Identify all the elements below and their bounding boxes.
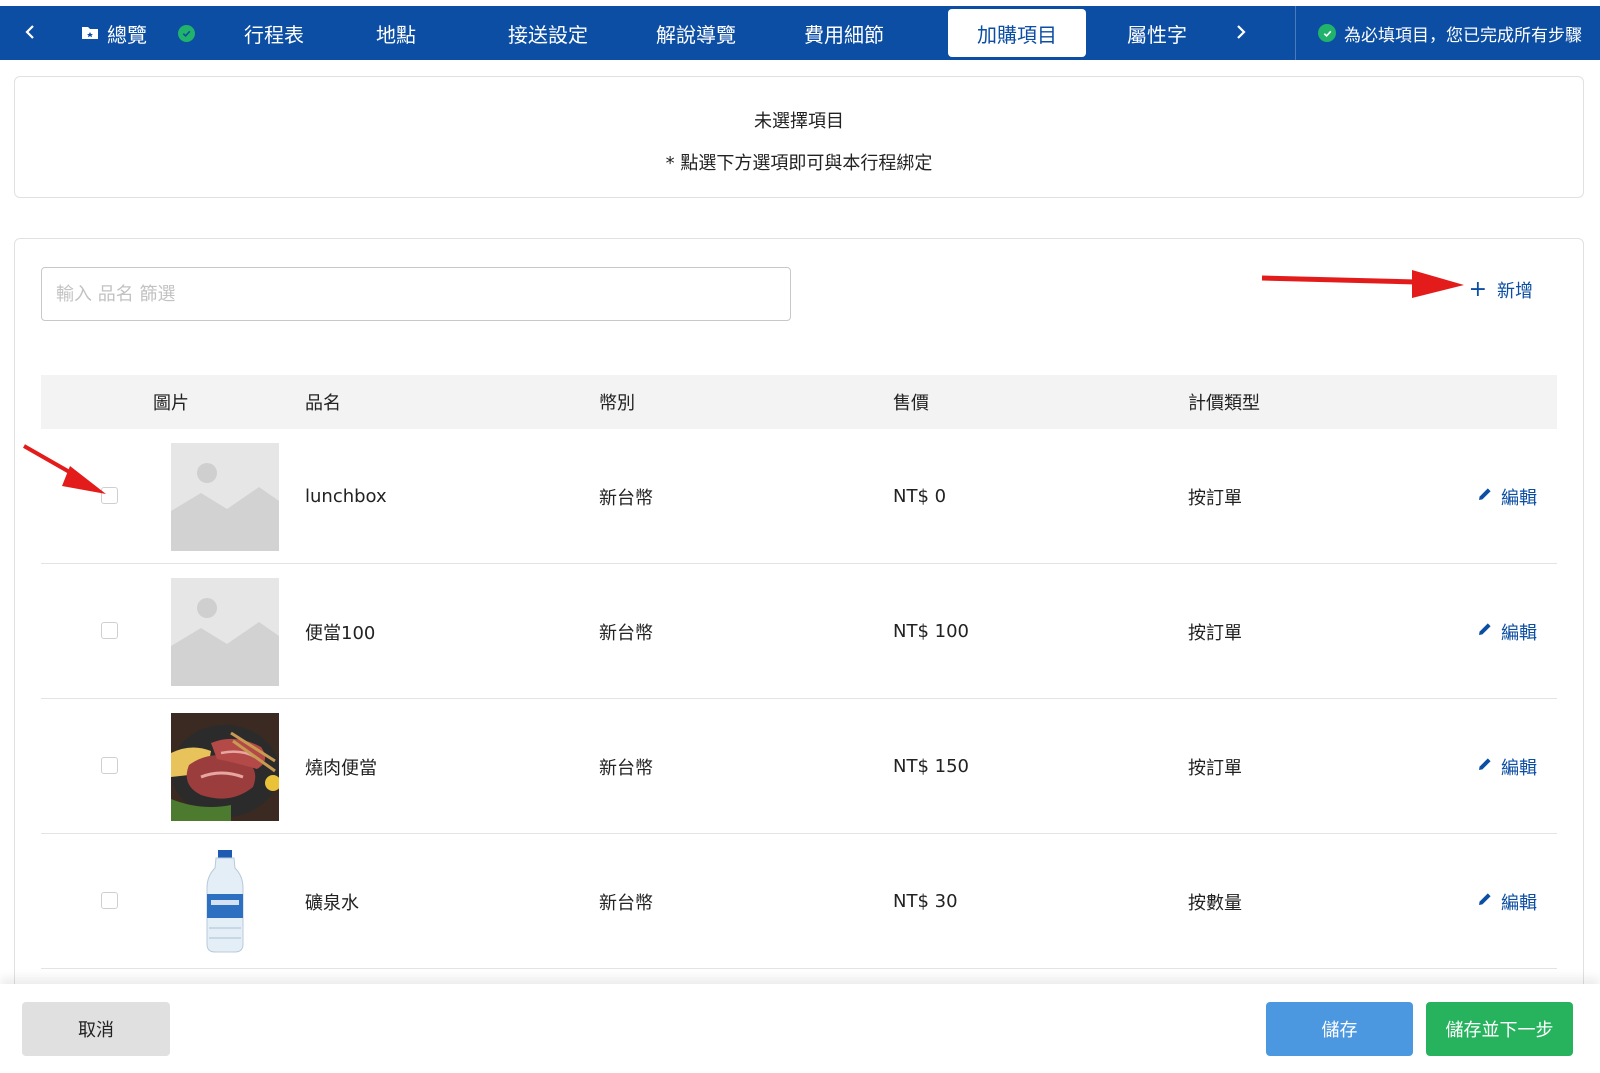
item-name: 礦泉水 — [305, 892, 359, 914]
edit-button[interactable]: 編輯 — [1477, 564, 1537, 699]
add-item-label: 新增 — [1497, 281, 1533, 302]
search-input[interactable] — [41, 267, 791, 321]
tab-overview[interactable]: 總覽 — [60, 6, 168, 60]
add-on-items-card: + 新增 圖片 品名 幣別 售價 計價類型 lunchbox 新台幣 NT$ 0… — [14, 238, 1584, 998]
item-currency: 新台幣 — [599, 892, 653, 914]
save-button[interactable]: 儲存 — [1266, 1002, 1413, 1056]
row-checkbox[interactable] — [101, 622, 118, 639]
edit-label: 編輯 — [1501, 622, 1537, 644]
check-circle-icon — [1318, 24, 1336, 42]
overview-complete-indicator — [168, 24, 204, 42]
column-header-name: 品名 — [305, 393, 341, 414]
tab-add-on-items[interactable]: 加購項目 — [948, 9, 1086, 57]
row-checkbox[interactable] — [101, 892, 118, 909]
check-circle-icon — [177, 24, 195, 42]
item-currency: 新台幣 — [599, 757, 653, 779]
row-checkbox[interactable] — [101, 487, 118, 504]
top-nav: 總覽 行程表 地點 接送設定 解說導覽 費用細節 加購項目 屬性字 為必填項目，… — [0, 6, 1600, 60]
plus-icon: + — [1468, 277, 1487, 302]
nav-next-button[interactable] — [1224, 6, 1258, 60]
nav-prev-button[interactable] — [0, 6, 60, 60]
save-and-next-button[interactable]: 儲存並下一步 — [1426, 1002, 1573, 1056]
chevron-right-icon — [1235, 21, 1247, 45]
column-header-currency: 幣別 — [599, 393, 635, 414]
item-name: 便當100 — [305, 622, 376, 644]
item-price: NT$ 30 — [893, 891, 958, 912]
footer-bar: 取消 儲存 儲存並下一步 — [0, 984, 1600, 1073]
item-pricing-type: 按訂單 — [1188, 622, 1242, 644]
table-row[interactable]: 便當100 新台幣 NT$ 100 按訂單 編輯 — [41, 564, 1557, 699]
column-header-pricing-type: 計價類型 — [1188, 393, 1260, 414]
pencil-icon — [1477, 486, 1493, 507]
pencil-icon — [1477, 891, 1493, 912]
item-currency: 新台幣 — [599, 487, 653, 509]
column-header-image: 圖片 — [153, 393, 189, 414]
tab-fee-details[interactable]: 費用細節 — [744, 6, 944, 60]
completion-status: 為必填項目，您已完成所有步驟 — [1295, 6, 1600, 60]
tab-itinerary[interactable]: 行程表 — [204, 6, 344, 60]
pencil-icon — [1477, 621, 1493, 642]
edit-button[interactable]: 編輯 — [1477, 699, 1537, 834]
item-name: lunchbox — [305, 486, 387, 507]
edit-label: 編輯 — [1501, 757, 1537, 779]
folder-icon — [81, 21, 99, 45]
chevron-left-icon — [24, 21, 36, 45]
tab-locations[interactable]: 地點 — [344, 6, 448, 60]
tab-attribute-tags[interactable]: 屬性字 — [1090, 6, 1224, 60]
table-row[interactable]: lunchbox 新台幣 NT$ 0 按訂單 編輯 — [41, 429, 1557, 564]
table-row[interactable]: 燒肉便當 新台幣 NT$ 150 按訂單 編輯 — [41, 699, 1557, 834]
item-price: NT$ 0 — [893, 486, 947, 507]
tab-overview-label: 總覽 — [107, 22, 147, 47]
item-currency: 新台幣 — [599, 622, 653, 644]
edit-label: 編輯 — [1501, 892, 1537, 914]
placeholder-image-icon — [171, 443, 279, 551]
cancel-button[interactable]: 取消 — [22, 1002, 170, 1056]
selection-info-card: 未選擇項目 * 點選下方選項即可與本行程綁定 — [14, 76, 1584, 198]
pencil-icon — [1477, 756, 1493, 777]
placeholder-image-icon — [171, 578, 279, 686]
tab-transfer-settings[interactable]: 接送設定 — [448, 6, 648, 60]
item-price: NT$ 150 — [893, 756, 969, 777]
table-row[interactable]: 礦泉水 新台幣 NT$ 30 按數量 編輯 — [41, 834, 1557, 969]
tab-guided-tour[interactable]: 解說導覽 — [648, 6, 744, 60]
item-pricing-type: 按訂單 — [1188, 757, 1242, 779]
item-price: NT$ 100 — [893, 621, 969, 642]
item-name: 燒肉便當 — [305, 757, 377, 779]
add-item-button[interactable]: + 新增 — [1469, 277, 1533, 303]
edit-button[interactable]: 編輯 — [1477, 834, 1537, 969]
selection-info-title: 未選擇項目 — [754, 111, 844, 132]
edit-label: 編輯 — [1501, 487, 1537, 509]
table-header: 圖片 品名 幣別 售價 計價類型 — [41, 375, 1557, 429]
column-header-price: 售價 — [893, 393, 929, 414]
grilled-meat-photo — [171, 713, 279, 821]
completion-status-text: 為必填項目，您已完成所有步驟 — [1344, 25, 1582, 46]
selection-info-hint: * 點選下方選項即可與本行程綁定 — [665, 153, 933, 174]
edit-button[interactable]: 編輯 — [1477, 429, 1537, 564]
row-checkbox[interactable] — [101, 757, 118, 774]
water-bottle-photo — [171, 848, 279, 956]
item-pricing-type: 按訂單 — [1188, 487, 1242, 509]
item-pricing-type: 按數量 — [1188, 892, 1242, 914]
